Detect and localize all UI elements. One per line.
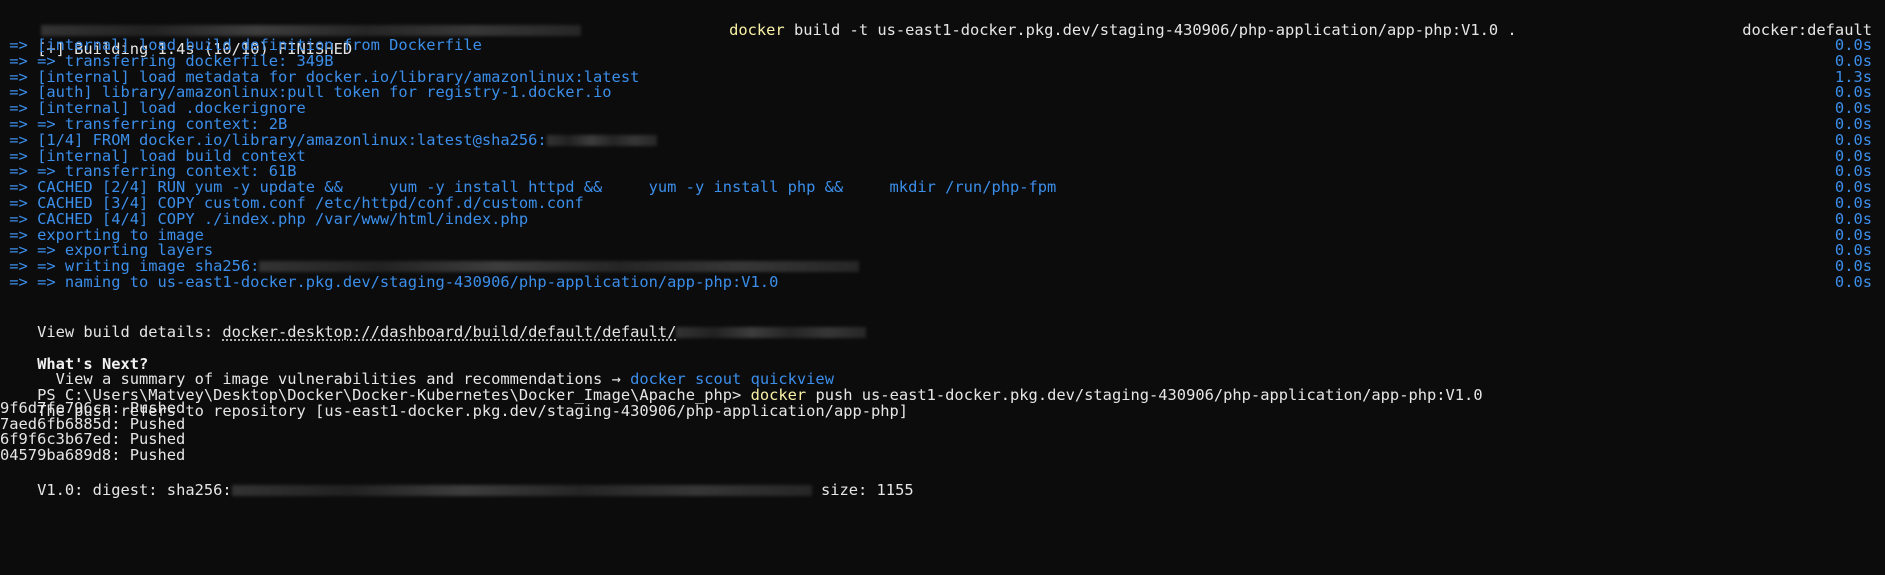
redacted-hash: [259, 261, 860, 272]
redacted-digest: [231, 485, 812, 496]
build-step-line: => => naming to us-east1-docker.pkg.dev/…: [0, 273, 1885, 292]
terminal-window[interactable]: docker build -t us-east1-docker.pkg.dev/…: [0, 0, 1885, 575]
digest-line: V1.0: digest: sha256: size: 1155: [0, 462, 1885, 499]
build-step-time: 0.0s: [1834, 273, 1872, 291]
redacted-hash: [546, 135, 657, 146]
build-step-text: => => naming to us-east1-docker.pkg.dev/…: [0, 273, 779, 291]
build-details-line: View build details: docker-desktop://das…: [0, 304, 1885, 341]
digest-label: V1.0: digest: sha256:: [37, 481, 232, 499]
build-command-line: docker build -t us-east1-docker.pkg.dev/…: [0, 2, 1885, 39]
image-size: size: 1155: [811, 481, 914, 499]
